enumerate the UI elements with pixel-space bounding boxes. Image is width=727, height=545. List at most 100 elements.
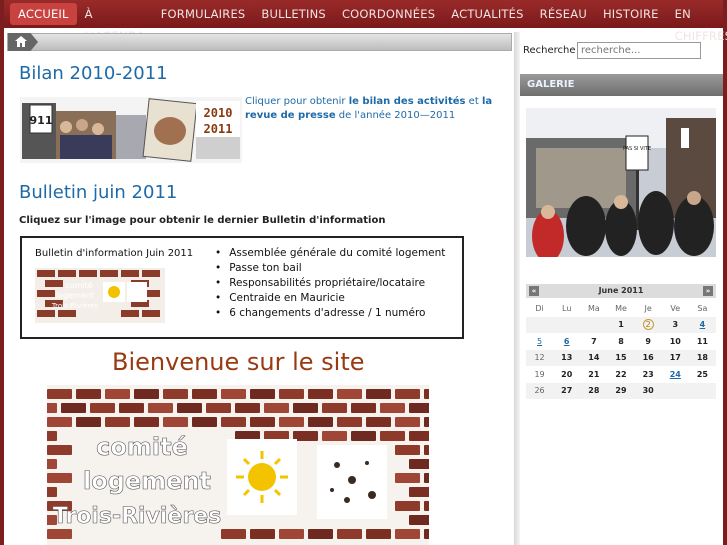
calendar-day: 20 [561,369,573,379]
brick [395,473,420,483]
calendar-day: 2 [634,316,662,333]
nav-item[interactable]: ACTUALITÉS [443,3,531,25]
calendar-day: 21 [588,369,600,379]
brick [105,389,130,399]
brick [163,417,188,427]
calendar-day: 8 [618,336,624,346]
nav-item[interactable]: ACCUEIL [10,3,77,25]
wall-line-2: logement [83,467,211,495]
calendar-grid: Di Lu Ma Me Je Ve Sa 1 2 3 4 5 6 7 8 9 10 11 12 13 14 15 16 17 1… [526,300,716,399]
brick [366,389,391,399]
welcome-heading: Bienvenue sur le site [112,348,365,376]
bulletin-topic: 6 changements d'adresse / 1 numéro [215,306,445,321]
brick [76,417,101,427]
brick [409,487,429,497]
calendar-day: 13 [553,349,581,366]
brick [424,501,429,511]
brick [351,431,376,441]
nav-item[interactable]: COORDONNÉES [334,3,443,25]
sidebar: Recherche GALERIE PAS SI VITE « June 201… [520,32,723,545]
brick [221,389,246,399]
calendar-prev-button[interactable]: « [529,286,539,296]
bilan-image[interactable]: 911 2010 2011 [20,97,242,163]
nav-item[interactable]: À L'AGENDA [77,3,153,43]
calendar-day [580,316,608,333]
brick [221,529,246,539]
bulletin-topics: Assemblée générale du comité logement Pa… [215,246,445,321]
nav-item[interactable]: FORMULAIRES [153,3,254,25]
brick [424,389,429,399]
weekday-label: Ve [670,303,681,313]
nav-item[interactable]: HISTOIRE [595,3,667,25]
calendar-day[interactable]: 24 [662,366,689,383]
brick [395,445,420,455]
calendar-day: 19 [534,369,545,379]
search-label: Recherche [523,45,576,56]
calendar-day: 1 [607,316,635,333]
nav-item[interactable]: EN CHIFFRES [667,3,727,43]
brick [250,389,275,399]
gallery-photo[interactable]: PAS SI VITE [526,108,716,257]
bulletin-note: Cliquez sur l'image pour obtenir le dern… [19,215,386,226]
brick [395,417,420,427]
brick [90,403,115,413]
poster-911-text: 911 [30,114,53,127]
calendar-day [526,316,554,333]
bilan-title[interactable]: Bilan 2010-2011 [19,63,168,84]
brick [47,487,57,497]
wall-line-1: comité [96,433,188,461]
brick [293,403,318,413]
brick [409,459,429,469]
bulletin-topic: Passe ton bail [215,261,445,276]
calendar-day: 16 [634,349,662,366]
brick [351,403,376,413]
logo-line-1: comité [65,280,92,290]
brick [76,389,101,399]
home-icon [15,36,27,47]
calendar-day: 3 [661,316,689,333]
brick [279,529,304,539]
nav-item[interactable]: BULLETINS [253,3,334,25]
nav-item[interactable]: RÉSEAU [532,3,595,25]
years-bottom: 2011 [204,122,233,136]
brick [322,403,347,413]
brick [119,403,144,413]
brick [409,515,429,525]
calendar-header: « June 2011 » [526,284,716,298]
brick [279,417,304,427]
calendar-day: 29 [607,382,635,399]
bulletin-image[interactable]: Bulletin d'information Juin 2011 comité … [20,236,464,339]
calendar-day[interactable]: 5 [526,333,553,350]
calendar-day[interactable]: 6 [553,333,580,350]
brick [395,501,420,511]
search-input[interactable] [577,42,701,59]
brick [424,473,429,483]
today-marker[interactable]: 2 [642,319,654,331]
calendar-day: 17 [661,349,689,366]
home-link[interactable] [8,33,38,51]
calendar-day [553,316,581,333]
brick [148,403,173,413]
brick [47,431,57,441]
brick [105,417,130,427]
page-frame: ACCUEILÀ L'AGENDAFORMULAIRESBULLETINSCOO… [4,0,727,545]
calendar-next-button[interactable]: » [703,286,713,296]
bilan-text-mid: et [465,96,482,107]
brick [250,417,275,427]
bilan-description: Cliquer pour obtenir le bilan des activi… [245,95,500,123]
calendar-day: 23 [642,369,654,379]
brick [409,403,429,413]
brick [395,529,420,539]
bulletin-box-title: Bulletin d'information Juin 2011 [35,248,194,259]
brick [424,529,429,539]
calendar-day: 9 [645,336,651,346]
bilan-activities-link[interactable]: le bilan des activités [349,96,466,107]
brick [380,431,405,441]
calendar-day[interactable]: 4 [688,316,716,333]
calendar-day: 12 [526,349,554,366]
brick [177,403,202,413]
bulletin-topic: Centraide en Mauricie [215,291,445,306]
weekday-label: Je [644,303,652,313]
bulletin-title[interactable]: Bulletin juin 2011 [19,182,177,203]
brick [308,529,333,539]
